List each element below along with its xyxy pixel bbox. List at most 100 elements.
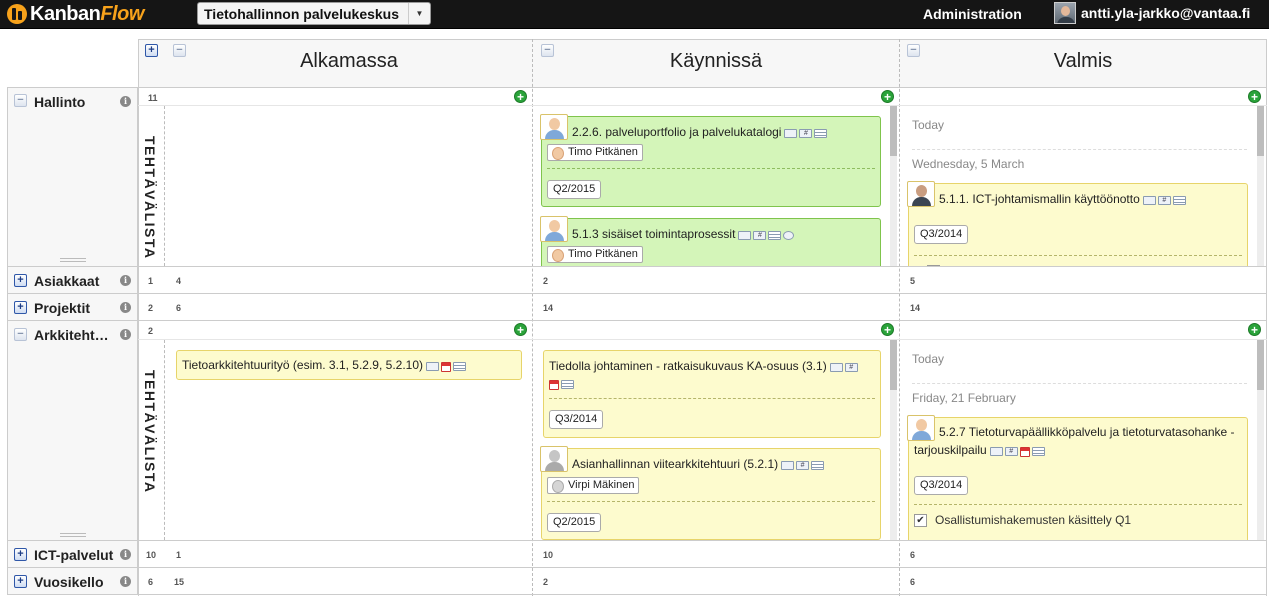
description-icon: [426, 362, 440, 372]
swimlane-vertical-label: TEHTÄVÄLISTA: [138, 106, 165, 266]
column-count: 1: [176, 550, 182, 560]
info-icon[interactable]: i: [120, 549, 131, 560]
kanban-board: + − − − Alkamassa Käynnissä Valmis − Hal…: [0, 30, 1269, 597]
swimlane-header-arkkitehtuuri: − Arkkiteht… i: [7, 321, 138, 540]
column-count: 14: [543, 303, 554, 313]
number-icon: #: [1004, 447, 1018, 457]
number-icon: #: [796, 461, 810, 471]
card-avatar: [540, 446, 568, 472]
chevron-down-icon[interactable]: ▼: [408, 3, 430, 24]
add-task-kaynnissa-button[interactable]: +: [881, 90, 894, 103]
info-icon[interactable]: i: [120, 302, 131, 313]
user-email: antti.yla-jarkko@vantaa.fi: [1081, 5, 1251, 21]
swimlane-name[interactable]: Vuosikello: [34, 574, 104, 590]
collapse-column-valmis-toggle[interactable]: −: [907, 44, 920, 57]
task-card[interactable]: Tiedolla johtaminen - ratkaisukuvaus KA-…: [543, 350, 881, 438]
number-icon: #: [844, 363, 858, 373]
info-icon[interactable]: i: [120, 96, 131, 107]
swimlane-name[interactable]: Arkkiteht…: [34, 327, 109, 343]
collapse-hallinto-toggle[interactable]: −: [14, 94, 27, 107]
swimlane-asiakkaat: + Asiakkaat i 1 4 2 5: [7, 266, 1267, 293]
scrollbar[interactable]: [1257, 340, 1264, 540]
swimlane-name[interactable]: Projektit: [34, 300, 90, 316]
expand-asiakkaat-toggle[interactable]: +: [14, 274, 27, 287]
checklist-icon: [1031, 447, 1045, 457]
card-avatar: [540, 216, 568, 242]
task-card[interactable]: 5.1.3 sisäiset toimintaprosessit # Timo P…: [540, 216, 881, 266]
collapse-arkkitehtuuri-toggle[interactable]: −: [14, 328, 27, 341]
card-title: Tiedolla johtaminen - ratkaisukuvaus KA-…: [549, 359, 827, 373]
scrollbar[interactable]: [1257, 106, 1264, 266]
scrollbar[interactable]: [890, 340, 897, 540]
cell-arkkitehtuuri-valmis: Today Friday, 21 February 5.2.7 Tietotur…: [900, 340, 1266, 540]
user-avatar: [1054, 2, 1076, 24]
card-label-tag[interactable]: Q3/2014: [549, 410, 604, 429]
checklist-icon: [561, 380, 574, 390]
board-selector[interactable]: Tietohallinnon palvelukeskus ▼: [197, 2, 431, 25]
info-icon[interactable]: i: [120, 329, 131, 340]
card-label-tag[interactable]: Q2/2015: [547, 513, 602, 532]
add-task-alkamassa-button[interactable]: +: [514, 323, 527, 336]
comment-icon: [783, 231, 795, 241]
subtask-text: Osallistumishakemusten käsittely Q1: [935, 513, 1132, 527]
column-count: 6: [910, 550, 916, 560]
column-title-valmis[interactable]: Valmis: [933, 50, 1233, 73]
add-task-valmis-button[interactable]: +: [1248, 323, 1261, 336]
scrollbar[interactable]: [890, 106, 897, 266]
card-label-tag[interactable]: Q3/2014: [914, 476, 969, 495]
swimlane-header-hallinto: − Hallinto i: [7, 88, 138, 266]
card-assignee[interactable]: Timo Pitkänen: [547, 144, 643, 161]
swimlane-name[interactable]: ICT-palvelut: [34, 547, 113, 563]
number-icon: #: [1157, 196, 1171, 206]
card-assignee[interactable]: Virpi Mäkinen: [547, 477, 640, 494]
card-assignee[interactable]: Timo Pitkänen: [547, 246, 643, 263]
column-count: 4: [176, 276, 182, 286]
expand-vuosikello-toggle[interactable]: +: [14, 575, 27, 588]
kanbanflow-logo[interactable]: KanbanFlow: [7, 3, 144, 25]
swimlane-count: 1: [148, 276, 154, 286]
swimlane-header-vuosikello: + Vuosikello i: [7, 568, 138, 594]
card-label-tag[interactable]: Q2/2015: [547, 180, 602, 199]
resize-grip-icon[interactable]: [60, 533, 86, 537]
resize-grip-icon[interactable]: [60, 258, 86, 262]
user-menu[interactable]: antti.yla-jarkko@vantaa.fi: [1054, 2, 1250, 24]
top-bar: KanbanFlow Tietohallinnon palvelukeskus …: [0, 0, 1269, 29]
card-title: Asianhallinnan viitearkkitehtuuri (5.2.1…: [572, 457, 779, 471]
checklist-icon: [1172, 196, 1186, 206]
column-title-kaynnissa[interactable]: Käynnissä: [566, 50, 866, 73]
task-card[interactable]: Tietoarkkitehtuurityö (esim. 3.1, 5.2.9,…: [176, 350, 522, 380]
administration-link[interactable]: Administration: [923, 6, 1022, 22]
task-card[interactable]: 2.2.6. palveluportfolio ja palvelukatalo…: [540, 114, 881, 207]
kanbanflow-logo-icon: [7, 4, 27, 24]
task-card[interactable]: 5.1.1. ICT-johtamismallin käyttöönotto # …: [907, 181, 1248, 266]
checklist-icon: [814, 129, 828, 139]
card-avatar: [907, 181, 935, 207]
info-icon[interactable]: i: [120, 275, 131, 286]
collapse-column-alkamassa-toggle[interactable]: −: [173, 44, 186, 57]
swimlane-name[interactable]: Asiakkaat: [34, 273, 99, 289]
expand-projektit-toggle[interactable]: +: [14, 301, 27, 314]
description-icon: [784, 129, 798, 139]
calendar-icon: [1019, 446, 1030, 457]
card-label-tag[interactable]: Q3/2014: [914, 225, 969, 244]
subtask-checkbox-checked[interactable]: ✔: [914, 514, 927, 528]
collapse-column-kaynnissa-toggle[interactable]: −: [541, 44, 554, 57]
expand-ict-palvelut-toggle[interactable]: +: [14, 548, 27, 561]
checklist-icon: [768, 231, 782, 241]
add-task-kaynnissa-button[interactable]: +: [881, 323, 894, 336]
card-title: 5.1.3 sisäiset toimintaprosessit: [572, 227, 736, 241]
swimlane-name[interactable]: Hallinto: [34, 94, 85, 110]
expand-all-toggle[interactable]: +: [145, 44, 158, 57]
swimlane-projektit: + Projektit i 2 6 14 14: [7, 293, 1267, 320]
info-icon[interactable]: i: [120, 576, 131, 587]
add-task-valmis-button[interactable]: +: [1248, 90, 1261, 103]
column-title-alkamassa[interactable]: Alkamassa: [199, 50, 499, 73]
card-title-continued: tarjouskilpailu: [914, 443, 987, 457]
checklist-icon: [811, 461, 825, 471]
card-avatar: [540, 114, 568, 140]
task-card[interactable]: 5.2.7 Tietoturvapäällikköpalvelu ja tiet…: [907, 415, 1248, 540]
add-task-alkamassa-button[interactable]: +: [514, 90, 527, 103]
task-card[interactable]: Asianhallinnan viitearkkitehtuuri (5.2.1…: [540, 446, 881, 540]
swimlane-count: 11: [148, 93, 158, 103]
swimlane-count: 2: [148, 326, 154, 336]
